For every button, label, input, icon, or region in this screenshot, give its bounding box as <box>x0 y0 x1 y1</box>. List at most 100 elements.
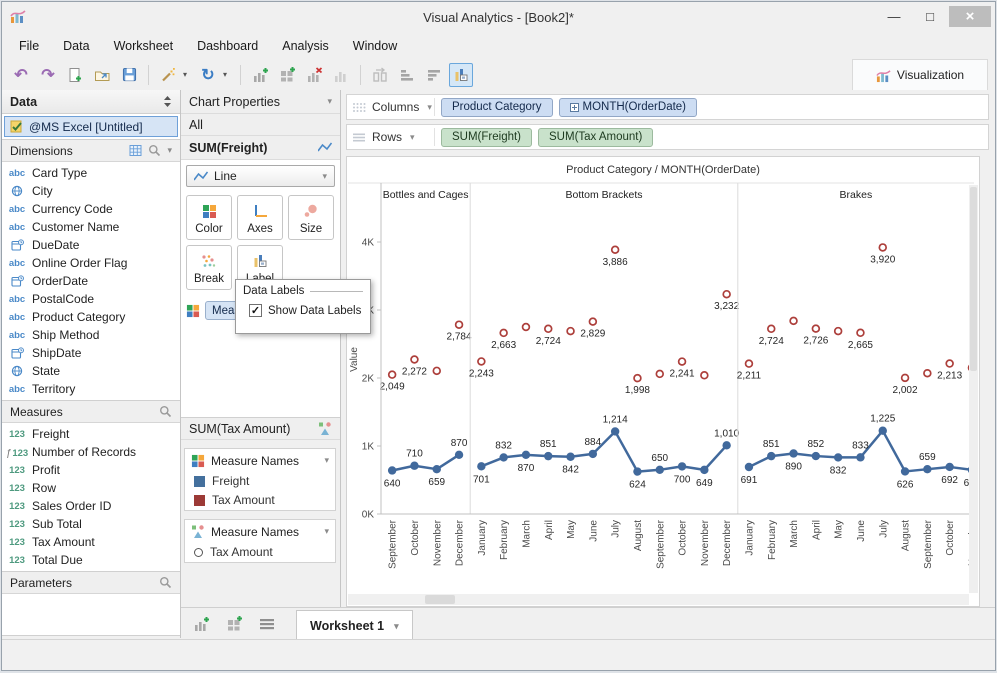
chevron-down-icon[interactable]: ▾ <box>324 526 329 537</box>
freight-point[interactable] <box>544 451 553 461</box>
maximize-button[interactable]: □ <box>913 6 947 27</box>
new-worksheet-button[interactable] <box>189 612 213 636</box>
dimension-item[interactable]: abc PostalCode <box>2 290 180 308</box>
freight-point[interactable] <box>789 449 798 458</box>
format-wand-button[interactable] <box>156 63 180 87</box>
tax-amount-point[interactable] <box>588 317 598 326</box>
freight-point[interactable] <box>454 450 464 460</box>
freight-point[interactable] <box>432 464 441 474</box>
rows-shelf-label[interactable]: Rows ▾ <box>372 130 428 144</box>
freight-point[interactable] <box>923 464 932 474</box>
redo-button[interactable]: ↷ <box>36 63 60 87</box>
freight-point[interactable] <box>856 453 865 462</box>
menu-dashboard[interactable]: Dashboard <box>197 39 258 53</box>
color-legend-header[interactable]: Measure Names ▾ <box>185 449 335 472</box>
close-button[interactable]: × <box>949 6 991 27</box>
tax-amount-point[interactable] <box>410 355 419 364</box>
menu-file[interactable]: File <box>19 39 39 53</box>
horizontal-scrollbar-thumb[interactable] <box>425 595 455 604</box>
tax-amount-point[interactable] <box>432 366 441 376</box>
freight-point[interactable] <box>566 452 575 461</box>
measure-item[interactable]: ƒ123 Number of Records <box>2 443 180 461</box>
freight-point[interactable] <box>878 426 887 435</box>
undo-button[interactable]: ↶ <box>9 63 33 87</box>
legend-item-freight[interactable]: Freight <box>185 472 335 491</box>
dimension-item[interactable]: abc Ship Method <box>2 326 180 344</box>
tax-amount-point[interactable] <box>566 326 575 336</box>
mark-type-select[interactable]: Line ▾ <box>186 165 335 187</box>
format-wand-caret[interactable]: ▾ <box>183 70 193 79</box>
axes-button[interactable]: Axes <box>237 195 283 240</box>
menu-analysis[interactable]: Analysis <box>282 39 329 53</box>
tax-amount-point[interactable] <box>767 324 776 334</box>
menu-data[interactable]: Data <box>63 39 89 53</box>
worksheet-tab[interactable]: Worksheet 1 ▾ <box>296 610 413 641</box>
refresh-button[interactable]: ↻ <box>196 63 220 87</box>
tax-amount-point[interactable] <box>789 316 798 326</box>
pill-sum-tax-amount[interactable]: SUM(Tax Amount) <box>538 127 654 147</box>
freight-point[interactable] <box>700 465 709 475</box>
size-button[interactable]: Size <box>288 195 334 240</box>
minimize-button[interactable]: — <box>877 6 911 27</box>
freight-point[interactable] <box>610 427 620 436</box>
color-button[interactable]: Color <box>186 195 232 240</box>
clear-sheet-button[interactable] <box>302 63 326 87</box>
freight-point[interactable] <box>588 449 598 459</box>
new-workbook-button[interactable] <box>63 63 87 87</box>
freight-point[interactable] <box>900 467 910 476</box>
tax-amount-point[interactable] <box>700 371 709 380</box>
freight-point[interactable] <box>633 467 642 476</box>
chevron-down-icon[interactable]: ▾ <box>167 145 172 156</box>
dimension-item[interactable]: OrderDate <box>2 272 180 290</box>
refresh-caret[interactable]: ▾ <box>223 70 233 79</box>
dimension-item[interactable]: abc Product Category <box>2 308 180 326</box>
dimension-item[interactable]: DueDate <box>2 236 180 254</box>
legend-item-tax-shape[interactable]: Tax Amount <box>185 543 335 562</box>
expand-plus-icon[interactable] <box>569 102 579 112</box>
pill-month-orderdate[interactable]: MONTH(OrderDate) <box>558 97 698 117</box>
freight-point[interactable] <box>387 466 397 475</box>
marks-card-freight[interactable]: SUM(Freight) <box>181 136 340 160</box>
freight-point[interactable] <box>477 462 486 471</box>
menu-worksheet[interactable]: Worksheet <box>114 39 174 53</box>
marks-card-tax[interactable]: SUM(Tax Amount) <box>181 418 340 440</box>
shape-legend-header[interactable]: Measure Names ▾ <box>185 520 335 543</box>
tax-amount-point[interactable] <box>387 370 397 379</box>
search-icon[interactable] <box>148 144 161 157</box>
pill-sum-freight[interactable]: SUM(Freight) <box>441 127 533 147</box>
tax-amount-point[interactable] <box>544 324 553 334</box>
tax-amount-point[interactable] <box>923 368 932 378</box>
sort-fields-icon[interactable] <box>163 96 172 107</box>
vertical-scrollbar-thumb[interactable] <box>970 187 977 371</box>
dimension-item[interactable]: abc Territory <box>2 380 180 398</box>
freight-point[interactable] <box>833 453 843 462</box>
tax-amount-point[interactable] <box>499 328 508 338</box>
save-button[interactable] <box>117 63 141 87</box>
open-button[interactable] <box>90 63 114 87</box>
freight-point[interactable] <box>655 465 664 474</box>
freight-point[interactable] <box>499 453 508 462</box>
chart-properties-header[interactable]: Chart Properties ▾ <box>181 90 340 114</box>
chart-canvas[interactable]: Product Category / MONTH(OrderDate) Bottl… <box>347 157 979 606</box>
tax-amount-point[interactable] <box>454 320 464 329</box>
freight-point[interactable] <box>767 451 776 461</box>
freight-point[interactable] <box>410 461 419 470</box>
freight-point[interactable] <box>521 450 531 460</box>
new-dashboard-button[interactable] <box>222 612 246 636</box>
dimension-item[interactable]: abc Online Order Flag <box>2 254 180 272</box>
tax-amount-point[interactable] <box>633 373 642 383</box>
chevron-down-icon[interactable]: ▾ <box>394 621 399 632</box>
measure-item[interactable]: 123 Row <box>2 479 180 497</box>
freight-point[interactable] <box>722 441 731 450</box>
tax-amount-point[interactable] <box>900 373 910 383</box>
vertical-scrollbar[interactable] <box>969 185 978 593</box>
tax-amount-point[interactable] <box>477 357 486 366</box>
tax-amount-point[interactable] <box>655 369 665 379</box>
tax-amount-point[interactable] <box>744 359 754 368</box>
sheet-list-icon[interactable] <box>255 612 279 636</box>
dimension-item[interactable]: abc Card Type <box>2 164 180 182</box>
break-button[interactable]: Break <box>186 245 232 290</box>
columns-shelf-label[interactable]: Columns ▾ <box>372 100 432 114</box>
freight-point[interactable] <box>677 462 687 471</box>
freight-point[interactable] <box>945 462 954 472</box>
